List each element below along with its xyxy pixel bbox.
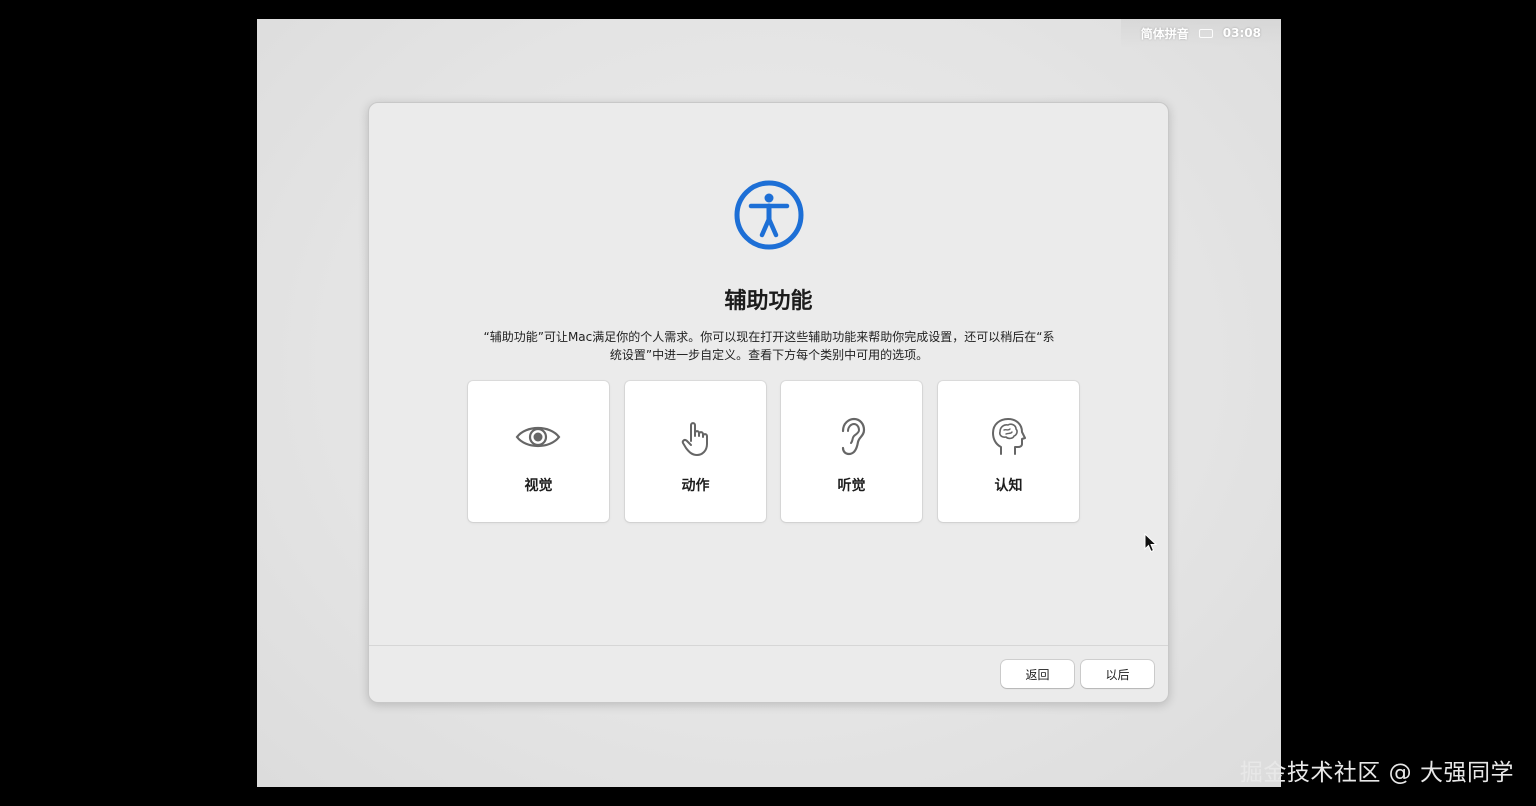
category-card-cognitive[interactable]: 认知 <box>938 381 1079 522</box>
category-label: 认知 <box>994 478 1023 494</box>
menu-status-bar: 简体拼音 03:08 <box>1121 19 1281 47</box>
keyboard-icon[interactable] <box>1198 28 1213 38</box>
input-method-label[interactable]: 简体拼音 <box>1141 25 1189 42</box>
watermark-text: 掘金技术社区 @ 大强同学 <box>1239 760 1514 786</box>
clock: 03:08 <box>1222 26 1261 40</box>
hand-pointer-icon <box>681 422 708 456</box>
category-card-hearing[interactable]: 听觉 <box>781 381 922 522</box>
mouse-cursor-icon <box>1144 533 1158 553</box>
page-description: “辅助功能”可让Mac满足你的个人需求。你可以现在打开这些辅助功能来帮助你完成设… <box>449 328 1089 364</box>
back-button[interactable]: 返回 <box>1001 660 1074 688</box>
vm-screen: 简体拼音 03:08 辅助功能 “辅助功能”可让Mac满足你的个人需求。你可以现… <box>257 19 1281 787</box>
accessibility-icon <box>734 180 804 250</box>
brain-head-icon <box>992 418 1026 455</box>
description-line-2: 统设置”中进一步自定义。查看下方每个类别中可用的选项。 <box>609 348 929 362</box>
category-card-motor[interactable]: 动作 <box>625 381 766 522</box>
ear-icon <box>841 417 866 456</box>
category-label: 听觉 <box>837 478 866 494</box>
description-line-1: “辅助功能”可让Mac满足你的个人需求。你可以现在打开这些辅助功能来帮助你完成设… <box>483 330 1055 344</box>
category-label: 动作 <box>681 478 710 494</box>
footer-divider <box>369 645 1168 646</box>
category-label: 视觉 <box>524 478 553 494</box>
eye-icon <box>515 426 561 448</box>
page-title: 辅助功能 <box>724 289 813 314</box>
setup-assistant-dialog: 辅助功能 “辅助功能”可让Mac满足你的个人需求。你可以现在打开这些辅助功能来帮… <box>368 102 1169 703</box>
category-card-vision[interactable]: 视觉 <box>468 381 609 522</box>
category-cards: 视觉 动作 听觉 认知 <box>468 381 1080 523</box>
later-button[interactable]: 以后 <box>1081 660 1154 688</box>
